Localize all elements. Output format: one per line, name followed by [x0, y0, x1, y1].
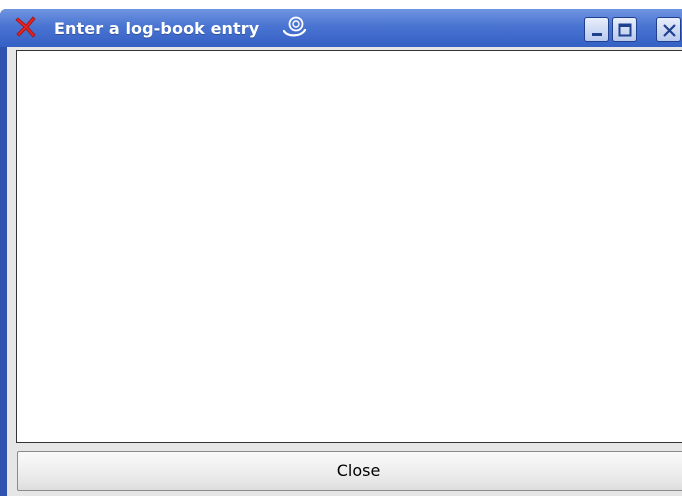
maximize-icon [618, 23, 632, 37]
title-bar[interactable]: Enter a log-book entry [0, 9, 682, 47]
log-entry-textarea[interactable] [16, 50, 682, 443]
window-title: Enter a log-book entry [54, 19, 260, 38]
close-icon [663, 24, 676, 37]
swirl-icon [282, 15, 308, 39]
app-x-icon [14, 15, 38, 39]
minimize-icon [592, 33, 602, 36]
screen: Enter a log-book entry Close [0, 0, 682, 496]
window-content: Close [7, 47, 682, 496]
close-window-button[interactable] [656, 17, 681, 42]
minimize-button[interactable] [584, 17, 609, 42]
log-book-window: Enter a log-book entry Close [0, 9, 682, 496]
close-button[interactable]: Close [17, 451, 682, 491]
maximize-button[interactable] [612, 17, 637, 42]
